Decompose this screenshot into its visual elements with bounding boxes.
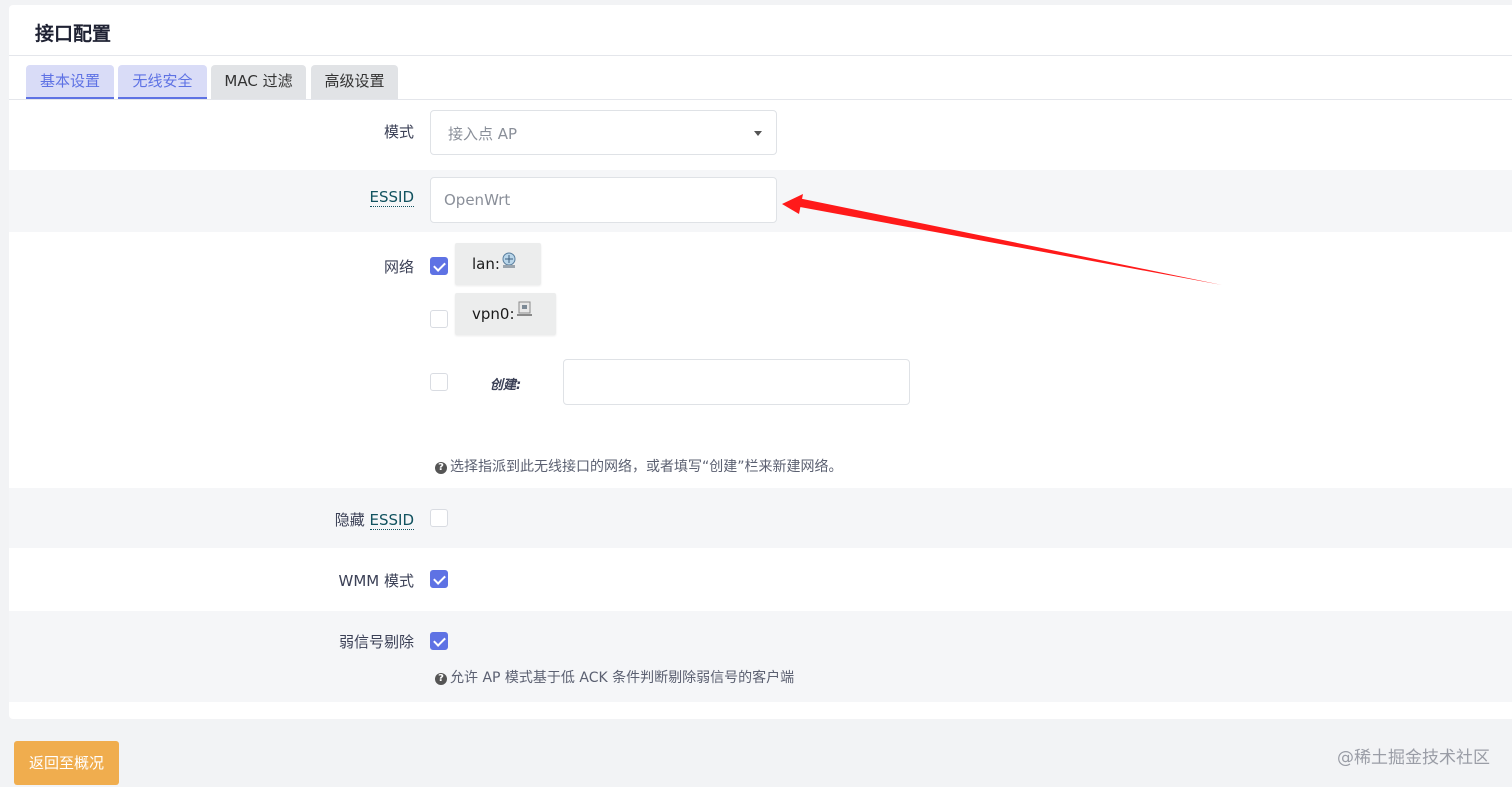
question-circle-icon: ?	[435, 673, 447, 685]
mode-label: 模式	[383, 123, 414, 141]
network-create-label: 创建:	[490, 378, 522, 393]
chevron-down-icon	[754, 131, 762, 136]
essid-row: ESSID OpenWrt	[9, 170, 1512, 232]
ethernet-port-icon	[517, 301, 532, 316]
network-help-text: ? 选择指派到此无线接口的网络，或者填写“创建”栏来新建网络。	[435, 456, 843, 476]
network-lan-checkbox[interactable]	[430, 257, 448, 275]
mode-row: 模式 接入点 AP	[9, 100, 1512, 170]
interface-config-card: 接口配置 基本设置 无线安全 MAC 过滤 高级设置 模式 接入点 AP ESS…	[9, 5, 1512, 719]
network-vpn0-chip[interactable]: vpn0:	[455, 293, 556, 335]
weak-signal-label: 弱信号剔除	[338, 633, 414, 651]
hidden-essid-row: 隐藏 ESSID	[9, 488, 1512, 548]
hidden-essid-label: 隐藏 ESSID	[334, 511, 414, 530]
network-vpn0-name: vpn0:	[472, 305, 515, 323]
page-title: 接口配置	[35, 23, 112, 45]
network-create-checkbox[interactable]	[430, 373, 448, 391]
network-bridge-icon	[502, 252, 516, 268]
network-row: 网络 lan: vpn0: 创建: ? 选择指派到此无线接口的网络，或者填写“创建…	[9, 232, 1512, 488]
back-to-overview-button[interactable]: 返回至概况	[14, 741, 119, 785]
watermark: @稀土掘金技术社区	[1337, 748, 1490, 768]
title-divider	[9, 55, 1512, 56]
network-lan-name: lan:	[472, 255, 500, 273]
wmm-label: WMM 模式	[338, 572, 414, 590]
network-vpn0-checkbox[interactable]	[430, 310, 448, 328]
question-circle-icon: ?	[435, 462, 447, 474]
essid-label: ESSID	[369, 188, 414, 207]
tab-mac-filter[interactable]: MAC 过滤	[211, 65, 306, 100]
tab-wireless-security[interactable]: 无线安全	[118, 65, 207, 100]
mode-select-value: 接入点 AP	[448, 125, 518, 143]
weak-signal-row: 弱信号剔除 ? 允许 AP 模式基于低 ACK 条件判断剔除弱信号的客户端	[9, 611, 1512, 702]
network-create-input[interactable]	[563, 359, 910, 405]
tab-advanced-settings[interactable]: 高级设置	[311, 65, 398, 100]
tab-basic-settings[interactable]: 基本设置	[26, 65, 114, 100]
network-lan-chip[interactable]: lan:	[455, 243, 541, 285]
essid-term: ESSID	[369, 511, 414, 530]
wmm-row: WMM 模式	[9, 548, 1512, 611]
essid-input[interactable]: OpenWrt	[430, 177, 777, 223]
wmm-checkbox[interactable]	[430, 570, 448, 588]
mode-select[interactable]: 接入点 AP	[430, 110, 777, 155]
weak-signal-checkbox[interactable]	[430, 632, 448, 650]
weak-signal-help-text: ? 允许 AP 模式基于低 ACK 条件判断剔除弱信号的客户端	[435, 667, 794, 687]
essid-term: ESSID	[369, 188, 414, 207]
network-label: 网络	[383, 258, 414, 276]
hidden-essid-checkbox[interactable]	[430, 509, 448, 527]
